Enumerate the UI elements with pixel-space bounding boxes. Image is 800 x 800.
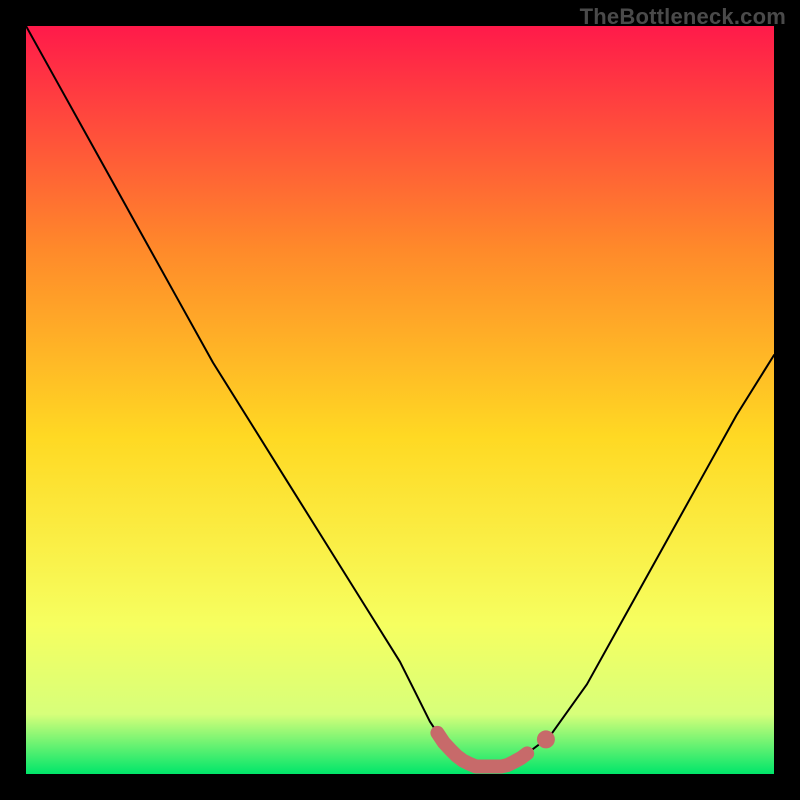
bottleneck-plot	[26, 26, 774, 774]
chart-frame: TheBottleneck.com	[0, 0, 800, 800]
plot-svg	[26, 26, 774, 774]
optimal-dot	[537, 730, 555, 748]
